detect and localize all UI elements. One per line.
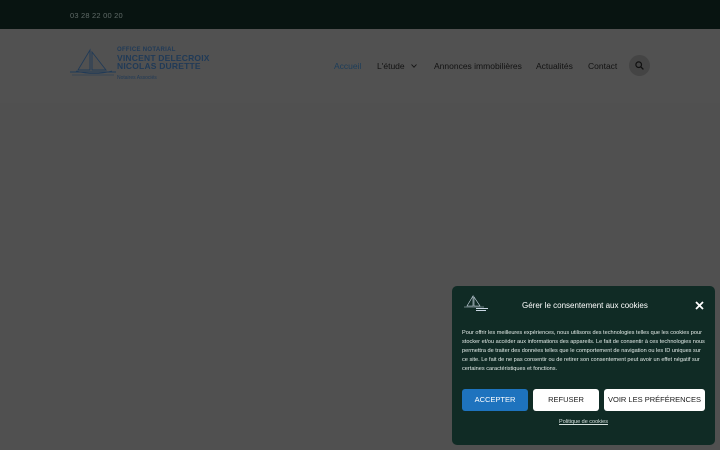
phone-number[interactable]: 03 28 22 00 20 [70,11,123,20]
boat-logo-icon [70,48,116,76]
logo-line-4: Notaires Associés [117,75,157,81]
cookie-logo-icon [464,294,488,311]
nav-item-accueil[interactable]: Accueil [334,61,361,71]
close-icon[interactable] [695,301,704,310]
cookie-policy-link[interactable]: Politique de cookies [452,419,715,425]
accept-button[interactable]: ACCEPTER [462,389,528,411]
nav-item-annonces[interactable]: Annonces immobilières [434,61,522,71]
site-logo[interactable]: OFFICE NOTARIAL VINCENT DELECROIX NICOLA… [70,46,209,84]
cookie-consent-dialog: Gérer le consentement aux cookies Pour o… [452,286,715,445]
nav-item-etude[interactable]: L'étude [377,61,405,71]
preferences-button[interactable]: VOIR LES PRÉFÉRENCES [604,389,705,411]
search-icon [635,61,644,70]
cookie-description: Pour offrir les meilleures expériences, … [462,330,705,373]
cookie-title: Gérer le consentement aux cookies [522,301,648,310]
logo-line-3: NICOLAS DURETTE [117,61,201,71]
top-bar: 03 28 22 00 20 [0,0,720,29]
chevron-down-icon[interactable] [411,63,417,69]
site-header: OFFICE NOTARIAL VINCENT DELECROIX NICOLA… [0,29,720,103]
search-button[interactable] [629,55,650,76]
refuse-button[interactable]: REFUSER [533,389,599,411]
nav-item-contact[interactable]: Contact [588,61,617,71]
nav-item-actualites[interactable]: Actualités [536,61,573,71]
